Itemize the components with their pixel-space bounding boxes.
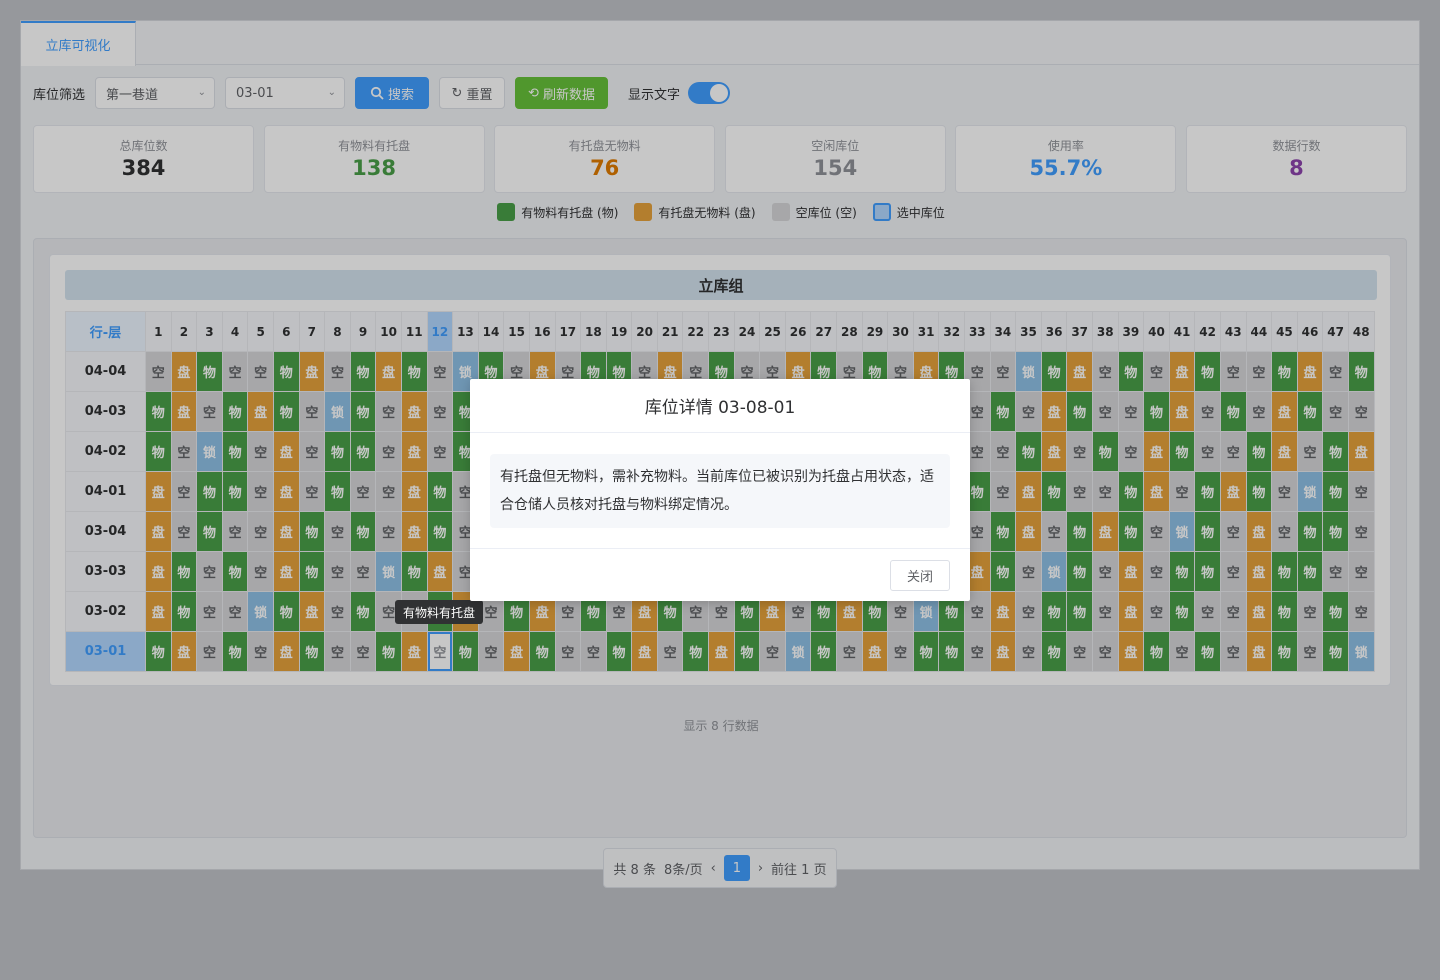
dialog-footer: 关闭 bbox=[470, 548, 970, 601]
close-button[interactable]: 关闭 bbox=[890, 560, 950, 591]
cell-tooltip: 有物料有托盘 bbox=[395, 600, 484, 624]
dialog-title: 库位详情 03-08-01 bbox=[470, 379, 970, 433]
dialog-body: 有托盘但无物料，需补充物料。当前库位已被识别为托盘占用状态，适合仓储人员核对托盘… bbox=[490, 454, 950, 528]
location-detail-dialog: 库位详情 03-08-01 有托盘但无物料，需补充物料。当前库位已被识别为托盘占… bbox=[470, 379, 970, 601]
